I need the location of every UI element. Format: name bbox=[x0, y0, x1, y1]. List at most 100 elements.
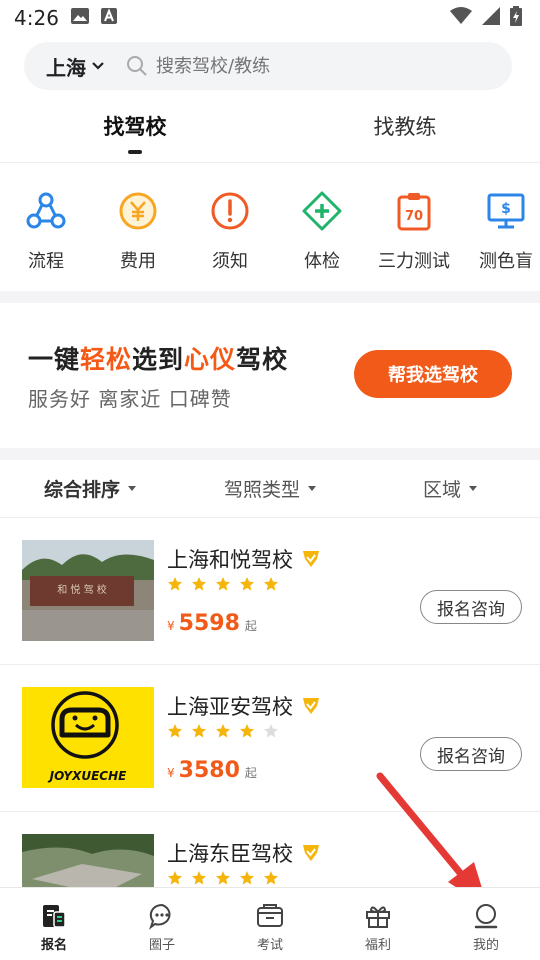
school-name: 上海亚安驾校 bbox=[167, 691, 321, 721]
banner-title: 一键轻松选到心仪驾校 bbox=[28, 340, 288, 376]
banner-subtitle: 服务好 离家近 口碑赞 bbox=[28, 387, 232, 411]
school-photo-sign: 和 悦 驾 校 bbox=[57, 583, 107, 596]
city-selector[interactable]: 上海 bbox=[46, 52, 104, 81]
school-name-text: 上海亚安驾校 bbox=[167, 695, 293, 719]
verified-badge-icon bbox=[303, 551, 319, 567]
star-filled-icon bbox=[264, 577, 278, 591]
currency-symbol: ¥ bbox=[167, 619, 175, 633]
help-choose-school-button[interactable]: 帮我选驾校 bbox=[354, 350, 512, 398]
filter-area[interactable]: 区域 bbox=[360, 475, 540, 502]
star-filled-icon bbox=[192, 577, 206, 591]
category-label: 三力测试 bbox=[378, 251, 450, 272]
category-row: 流程 费用 须知 体检 70 三力测试 $ 测色盲 bbox=[0, 163, 540, 291]
category-label: 流程 bbox=[28, 251, 64, 272]
bottom-nav: 报名 圈子 考试 福利 我的 bbox=[0, 887, 540, 960]
star-filled-icon bbox=[240, 871, 254, 885]
category-fee[interactable]: 费用 bbox=[92, 189, 184, 291]
nav-exam[interactable]: 考试 bbox=[216, 888, 324, 960]
rating-stars bbox=[167, 723, 279, 739]
dropdown-triangle-icon bbox=[469, 486, 477, 491]
nav-signup[interactable]: 报名 bbox=[0, 888, 108, 960]
school-list-item[interactable]: JOYXUECHE 上海亚安驾校 ¥ 3580 起 报名咨询 bbox=[0, 665, 540, 812]
category-label: 费用 bbox=[120, 251, 156, 272]
battery-icon bbox=[510, 6, 522, 30]
currency-symbol: ¥ bbox=[167, 766, 175, 780]
price: ¥ 3580 起 bbox=[167, 758, 257, 783]
nav-label: 考试 bbox=[256, 938, 283, 953]
star-empty-icon bbox=[264, 724, 278, 738]
category-ability-test[interactable]: 70 三力测试 bbox=[368, 189, 460, 291]
school-logo-text: JOYXUECHE bbox=[48, 769, 128, 783]
price: ¥ 5598 起 bbox=[167, 611, 257, 636]
verified-badge-icon bbox=[303, 698, 319, 714]
filter-label: 区域 bbox=[422, 479, 461, 501]
search-row: 上海 bbox=[0, 36, 540, 90]
city-label: 上海 bbox=[46, 55, 86, 80]
star-filled-icon bbox=[168, 724, 182, 738]
school-list-item[interactable]: 和 悦 驾 校 上海和悦驾校 ¥ 5598 起 报名咨询 bbox=[0, 518, 540, 665]
category-label: 须知 bbox=[212, 251, 248, 272]
star-filled-icon bbox=[192, 724, 206, 738]
nav-label: 圈子 bbox=[148, 938, 175, 953]
status-bar: 4:26 bbox=[0, 0, 540, 36]
filter-label: 综合排序 bbox=[43, 479, 120, 501]
nav-profile[interactable]: 我的 bbox=[432, 888, 540, 960]
category-medical[interactable]: 体检 bbox=[276, 189, 368, 291]
status-time: 4:26 bbox=[14, 6, 59, 30]
category-label: 体检 bbox=[304, 251, 340, 272]
signal-icon bbox=[482, 7, 500, 29]
filter-label: 驾照类型 bbox=[223, 479, 300, 501]
search-input[interactable] bbox=[156, 55, 416, 77]
category-process[interactable]: 流程 bbox=[0, 189, 92, 291]
star-filled-icon bbox=[240, 577, 254, 591]
category-color-test[interactable]: $ 测色盲 bbox=[460, 189, 540, 291]
filter-license-type[interactable]: 驾照类型 bbox=[180, 475, 360, 502]
exam-icon bbox=[257, 904, 283, 927]
dropdown-triangle-icon bbox=[308, 486, 316, 491]
profile-icon bbox=[474, 904, 498, 929]
tab-find-coach[interactable]: 找教练 bbox=[270, 94, 540, 162]
price-value: 3580 bbox=[178, 758, 240, 783]
school-name-text: 上海和悦驾校 bbox=[167, 548, 293, 572]
section-gap bbox=[0, 448, 540, 460]
star-filled-icon bbox=[168, 871, 182, 885]
color-test-icon: $ bbox=[484, 189, 528, 233]
notice-icon bbox=[208, 189, 252, 233]
category-notice[interactable]: 须知 bbox=[184, 189, 276, 291]
tab-find-school[interactable]: 找驾校 bbox=[0, 94, 270, 162]
school-name: 上海和悦驾校 bbox=[167, 544, 321, 574]
banner-title-text: 驾校 bbox=[236, 345, 289, 374]
app-notification-icon bbox=[100, 8, 117, 28]
search-box[interactable]: 上海 bbox=[24, 42, 512, 90]
top-tabs: 找驾校 找教练 bbox=[0, 94, 540, 162]
filter-sort[interactable]: 综合排序 bbox=[0, 475, 180, 502]
process-icon bbox=[24, 189, 68, 233]
nav-welfare[interactable]: 福利 bbox=[324, 888, 432, 960]
dropdown-triangle-icon bbox=[128, 486, 136, 491]
banner-highlight: 轻松 bbox=[80, 345, 133, 374]
consult-button[interactable]: 报名咨询 bbox=[420, 590, 522, 624]
search-icon bbox=[126, 55, 148, 77]
nav-label: 我的 bbox=[472, 938, 499, 953]
svg-text:$: $ bbox=[501, 201, 511, 217]
banner-title-text: 一键 bbox=[28, 345, 81, 374]
rating-stars bbox=[167, 576, 279, 592]
banner-title-text: 选到 bbox=[132, 345, 185, 374]
yen-icon bbox=[116, 189, 160, 233]
price-suffix: 起 bbox=[244, 766, 257, 780]
consult-button[interactable]: 报名咨询 bbox=[420, 737, 522, 771]
rating-stars bbox=[167, 870, 279, 886]
nav-circle[interactable]: 圈子 bbox=[108, 888, 216, 960]
school-name-text: 上海东臣驾校 bbox=[167, 842, 293, 866]
chat-icon bbox=[149, 903, 171, 930]
star-filled-icon bbox=[168, 577, 182, 591]
signup-icon bbox=[43, 905, 66, 928]
star-filled-icon bbox=[216, 577, 230, 591]
verified-badge-icon bbox=[303, 845, 319, 861]
category-label: 测色盲 bbox=[479, 251, 533, 272]
wifi-icon bbox=[450, 7, 472, 29]
price-suffix: 起 bbox=[244, 619, 257, 633]
promo-banner[interactable]: 一键轻松选到心仪驾校 服务好 离家近 口碑赞 帮我选驾校 bbox=[0, 303, 540, 448]
school-name: 上海东臣驾校 bbox=[167, 838, 321, 868]
filter-row: 综合排序 驾照类型 区域 bbox=[0, 460, 540, 518]
